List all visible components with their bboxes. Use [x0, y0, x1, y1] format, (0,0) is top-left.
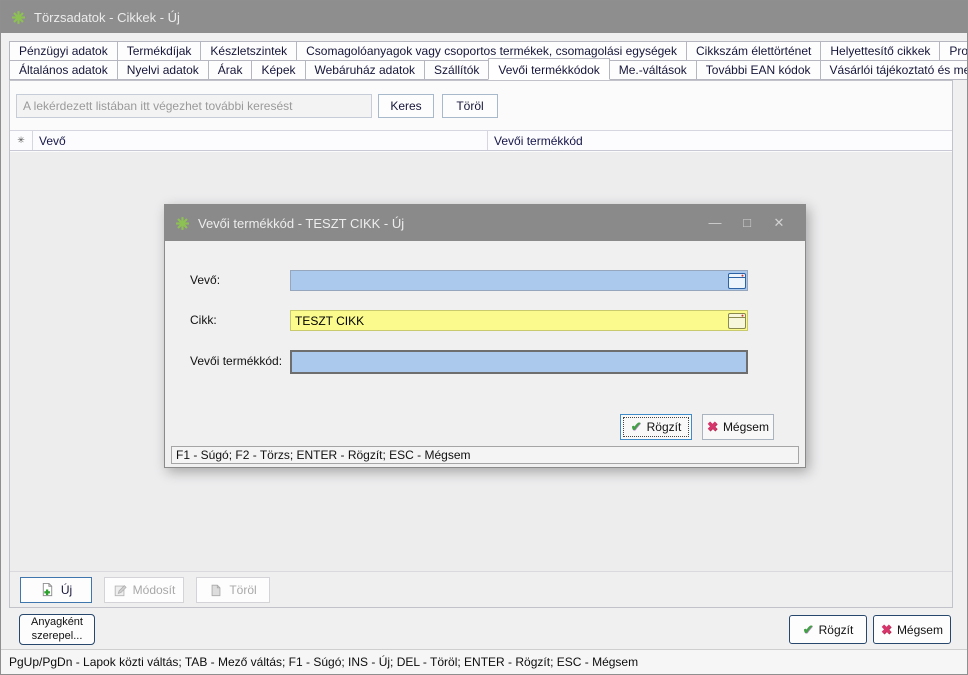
vevo-field[interactable] — [290, 270, 748, 291]
save-button-main[interactable]: ✔ Rögzít — [789, 615, 867, 644]
grid-header: ✳ Vevő Vevői termékkód — [10, 130, 952, 151]
dialog-status-text: F1 - Súgó; F2 - Törzs; ENTER - Rögzít; E… — [176, 448, 471, 462]
tab-projekt-sablonok[interactable]: Projekt sablonok — [939, 41, 968, 61]
edit-button-label: Módosít — [133, 583, 176, 597]
delete-page-icon — [209, 583, 223, 597]
new-page-icon — [40, 582, 55, 597]
tab-vevoi-termekkodok[interactable]: Vevői termékkódok — [488, 58, 609, 80]
status-bar-text: PgUp/PgDn - Lapok közti váltás; TAB - Me… — [9, 655, 638, 669]
app-flower-icon — [11, 10, 26, 25]
minimize-icon[interactable]: — — [699, 215, 731, 231]
maximize-icon[interactable]: □ — [731, 215, 763, 231]
tab-webaruhaz-adatok[interactable]: Webáruház adatok — [305, 60, 426, 80]
close-icon[interactable]: ✕ — [763, 215, 795, 231]
dialog-flower-icon — [175, 216, 190, 231]
tab-altalanos-adatok[interactable]: Általános adatok — [9, 60, 118, 80]
delete-button[interactable]: Töröl — [196, 577, 270, 603]
tab-row-1: Pénzügyi adatok Termékdíjak Készletszint… — [9, 41, 957, 60]
dialog-check-icon: ✔ — [631, 419, 642, 435]
tab-nyelvi-adatok[interactable]: Nyelvi adatok — [117, 60, 209, 80]
grid-column-vevo[interactable]: Vevő — [33, 131, 488, 150]
vevo-lookup-icon[interactable] — [727, 272, 746, 289]
new-button[interactable]: Új — [20, 577, 92, 603]
tab-kepek[interactable]: Képek — [251, 60, 305, 80]
vevoi-termekkod-field[interactable] — [290, 350, 748, 374]
check-icon: ✔ — [803, 622, 814, 638]
list-action-bar: Új Módosít Töröl — [10, 571, 952, 607]
dialog-titlebar[interactable]: Vevői termékkód - TESZT CIKK - Új — □ ✕ — [165, 205, 805, 241]
customer-product-code-dialog: Vevői termékkód - TESZT CIKK - Új — □ ✕ … — [164, 204, 806, 468]
tab-penzugyi-adatok[interactable]: Pénzügyi adatok — [9, 41, 118, 61]
new-button-label: Új — [61, 583, 72, 597]
search-input[interactable] — [16, 94, 372, 118]
dialog-window-controls: — □ ✕ — [699, 215, 795, 231]
tab-tovabbi-ean-kodok[interactable]: További EAN kódok — [696, 60, 821, 80]
delete-button-label: Töröl — [229, 583, 256, 597]
tab-row-2: Általános adatok Nyelvi adatok Árak Képe… — [9, 60, 957, 80]
edit-pencil-icon — [113, 583, 127, 597]
dialog-cancel-label: Mégsem — [723, 420, 769, 434]
cancel-button-main-label: Mégsem — [897, 623, 943, 637]
tab-keszletszintek[interactable]: Készletszintek — [200, 41, 297, 61]
main-titlebar: Törzsadatok - Cikkek - Új — [1, 1, 967, 33]
tab-szallitok[interactable]: Szállítók — [424, 60, 489, 80]
cancel-button-main[interactable]: ✖ Mégsem — [873, 615, 951, 644]
dialog-title: Vevői termékkód - TESZT CIKK - Új — [198, 216, 404, 231]
material-occurrence-button[interactable]: Anyagként szerepel... — [19, 614, 95, 645]
vevoi-termekkod-label: Vevői termékkód: — [190, 354, 282, 368]
dialog-save-button[interactable]: ✔ Rögzít — [620, 414, 692, 440]
dialog-status-bar: F1 - Súgó; F2 - Törzs; ENTER - Rögzít; E… — [171, 446, 799, 464]
tab-helyettesito-cikkek[interactable]: Helyettesítő cikkek — [820, 41, 940, 61]
search-button[interactable]: Keres — [378, 94, 434, 118]
tab-arak[interactable]: Árak — [208, 60, 253, 80]
window-title: Törzsadatok - Cikkek - Új — [34, 10, 180, 25]
dialog-save-label: Rögzít — [647, 420, 682, 434]
status-bar: PgUp/PgDn - Lapok közti váltás; TAB - Me… — [1, 649, 967, 674]
dialog-cancel-button[interactable]: ✖ Mégsem — [702, 414, 774, 440]
clear-search-button[interactable]: Töröl — [442, 94, 498, 118]
save-button-main-label: Rögzít — [819, 623, 854, 637]
tab-me-valtasok[interactable]: Me.-váltások — [609, 60, 697, 80]
vevo-label: Vevő: — [190, 273, 220, 287]
edit-button[interactable]: Módosít — [104, 577, 184, 603]
dialog-body: Vevő: Cikk: TESZT CIKK Vevői termékkód: … — [165, 241, 805, 467]
tab-termekdijak[interactable]: Termékdíjak — [117, 41, 202, 61]
cikk-field[interactable]: TESZT CIKK — [290, 310, 748, 331]
tab-cikkszam-elettortenet[interactable]: Cikkszám élettörténet — [686, 41, 821, 61]
cikk-label: Cikk: — [190, 313, 217, 327]
tabstrip: Pénzügyi adatok Termékdíjak Készletszint… — [9, 41, 957, 80]
grid-column-vevoi-termekkod[interactable]: Vevői termékkód — [488, 131, 952, 150]
tab-vasarloi-tajekoztato[interactable]: Vásárlói tájékoztató és megjegyzés sablo… — [820, 60, 968, 80]
cancel-x-icon: ✖ — [881, 622, 892, 638]
dialog-cancel-x-icon: ✖ — [707, 419, 718, 435]
grid-marker-icon: ✳ — [10, 131, 33, 150]
cikk-lookup-icon[interactable] — [727, 312, 746, 329]
main-window: Törzsadatok - Cikkek - Új Pénzügyi adato… — [0, 0, 968, 675]
